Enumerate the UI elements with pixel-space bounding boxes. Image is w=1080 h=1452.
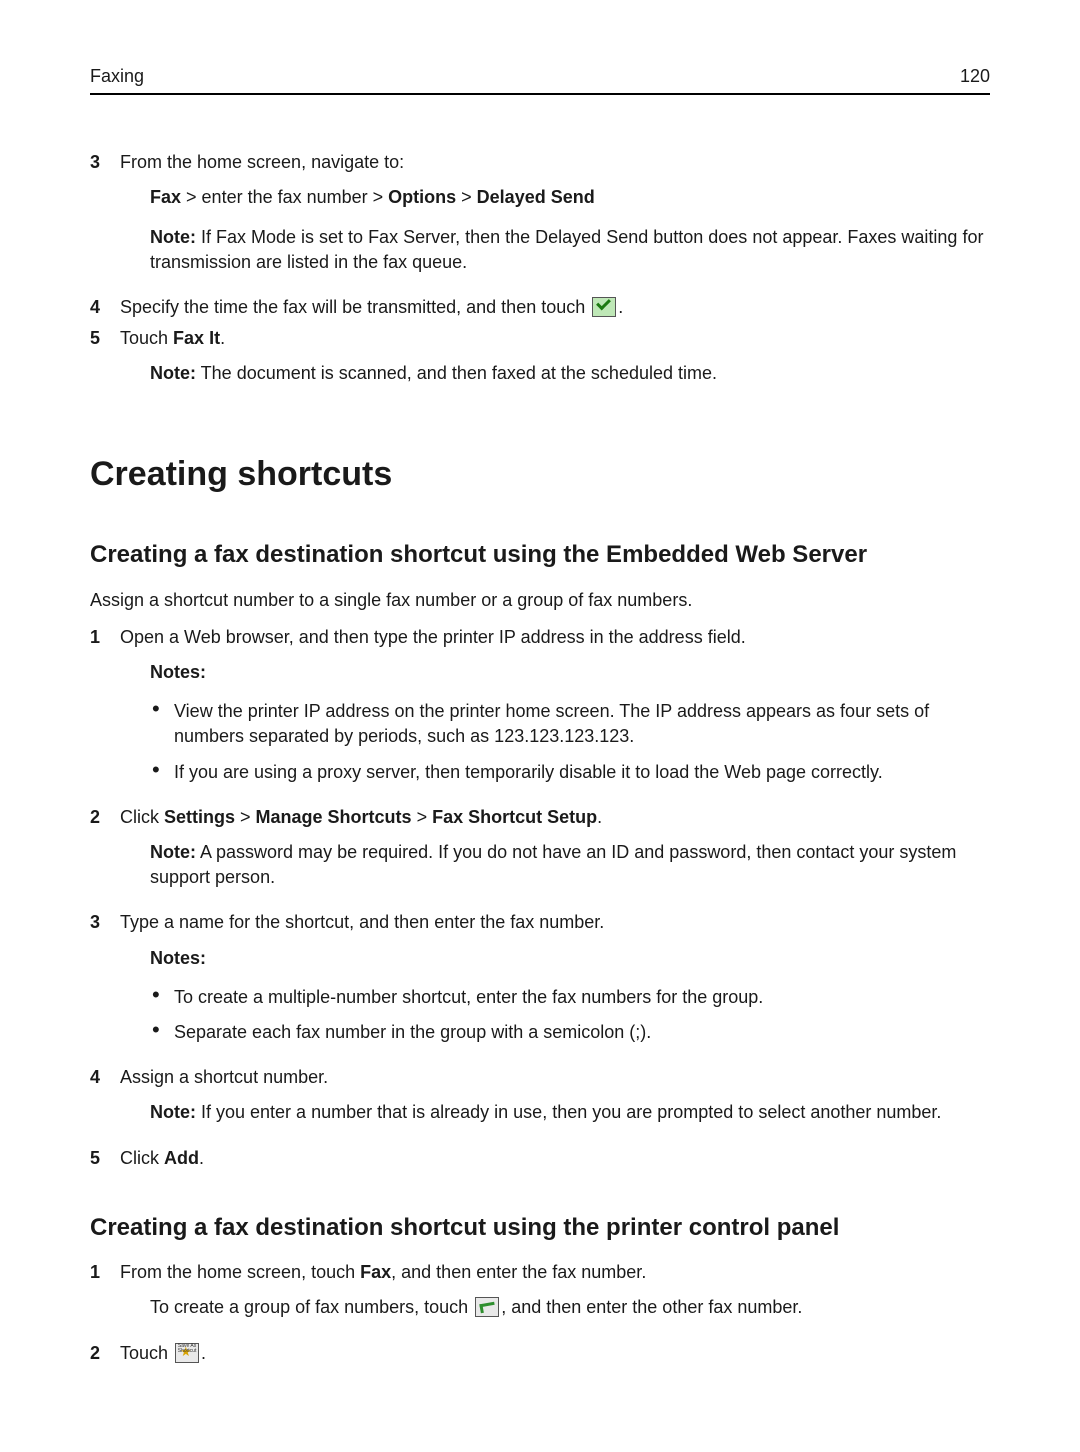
page-header: Faxing 120 [90, 64, 990, 95]
step-body: Specify the time the fax will be transmi… [120, 295, 990, 320]
cp-step-2: 2 Touch Save As Shortcut. [90, 1341, 990, 1366]
step-3: 3 From the home screen, navigate to: Fax… [90, 150, 990, 289]
step-text: Touch [120, 328, 173, 348]
step-number: 3 [90, 150, 112, 175]
breadcrumb-line: Fax > enter the fax number > Options > D… [150, 185, 990, 210]
ews-step-5: 5 Click Add. [90, 1146, 990, 1171]
list-item: View the printer IP address on the print… [150, 699, 990, 749]
step-text: Specify the time the fax will be transmi… [120, 297, 590, 317]
note-label: Note: [150, 227, 196, 247]
ews-step-2: 2 Click Settings > Manage Shortcuts > Fa… [90, 805, 990, 905]
step-text: Click [120, 1148, 164, 1168]
breadcrumb-text: > enter the fax number > [181, 187, 388, 207]
checkmark-icon [592, 297, 616, 317]
step-text-after: . [597, 807, 602, 827]
step-number: 3 [90, 910, 112, 935]
step-body: Click Add. [120, 1146, 990, 1171]
ews-step-4: 4 Assign a shortcut number. Note: If you… [90, 1065, 990, 1139]
step-number: 5 [90, 1146, 112, 1171]
step-body: Open a Web browser, and then type the pr… [120, 625, 990, 799]
indent-text: To create a group of fax numbers, touch [150, 1297, 473, 1317]
ews-step-3: 3 Type a name for the shortcut, and then… [90, 910, 990, 1059]
step-number: 1 [90, 1260, 112, 1285]
save-as-shortcut-icon: Save As Shortcut [175, 1343, 199, 1363]
cp-step-1: 1 From the home screen, touch Fax, and t… [90, 1260, 990, 1334]
list-item: Separate each fax number in the group wi… [150, 1020, 990, 1045]
note-text: A password may be required. If you do no… [150, 842, 956, 887]
list-item: To create a multiple‑number shortcut, en… [150, 985, 990, 1010]
settings-bold: Settings [164, 807, 235, 827]
notes-label: Notes: [150, 660, 990, 685]
breadcrumb-fax: Fax [150, 187, 181, 207]
step-body: Touch Fax It. Note: The document is scan… [120, 326, 990, 400]
step-5: 5 Touch Fax It. Note: The document is sc… [90, 326, 990, 400]
header-section-name: Faxing [90, 64, 144, 89]
step-text: From the home screen, navigate to: [120, 152, 404, 172]
step-number: 2 [90, 805, 112, 830]
note-text: If Fax Mode is set to Fax Server, then t… [150, 227, 983, 272]
fax-bold: Fax [360, 1262, 391, 1282]
fax-shortcut-setup-bold: Fax Shortcut Setup [432, 807, 597, 827]
step-number: 4 [90, 1065, 112, 1090]
note-block: Note: If you enter a number that is alre… [150, 1100, 990, 1125]
notes-label: Notes: [150, 946, 990, 971]
section-intro: Assign a shortcut number to a single fax… [90, 588, 990, 613]
step-text: From the home screen, touch [120, 1262, 360, 1282]
note-block: Note: The document is scanned, and then … [150, 361, 990, 386]
step-body: Touch Save As Shortcut. [120, 1341, 990, 1366]
step-body: Assign a shortcut number. Note: If you e… [120, 1065, 990, 1139]
step-text: Assign a shortcut number. [120, 1067, 328, 1087]
indent-text-after: , and then enter the other fax number. [501, 1297, 802, 1317]
bullet-list: View the printer IP address on the print… [120, 699, 990, 785]
indent-line: To create a group of fax numbers, touch … [150, 1295, 990, 1320]
note-text: The document is scanned, and then faxed … [196, 363, 717, 383]
fax-it-bold: Fax It [173, 328, 220, 348]
heading-creating-shortcuts: Creating shortcuts [90, 451, 990, 499]
manage-shortcuts-bold: Manage Shortcuts [256, 807, 412, 827]
breadcrumb-sep: > [456, 187, 477, 207]
step-text-after: . [201, 1343, 206, 1363]
step-body: Type a name for the shortcut, and then e… [120, 910, 990, 1059]
step-4: 4 Specify the time the fax will be trans… [90, 295, 990, 320]
step-body: Click Settings > Manage Shortcuts > Fax … [120, 805, 990, 905]
sep: > [412, 807, 433, 827]
step-text: Click [120, 807, 164, 827]
add-bold: Add [164, 1148, 199, 1168]
step-text: Type a name for the shortcut, and then e… [120, 912, 604, 932]
next-number-icon [475, 1297, 499, 1317]
note-label: Note: [150, 1102, 196, 1122]
breadcrumb-delayed-send: Delayed Send [477, 187, 595, 207]
step-text: Touch [120, 1343, 173, 1363]
bullet-list: To create a multiple‑number shortcut, en… [120, 985, 990, 1045]
step-number: 1 [90, 625, 112, 650]
step-body: From the home screen, navigate to: Fax >… [120, 150, 990, 289]
step-number: 5 [90, 326, 112, 351]
step-body: From the home screen, touch Fax, and the… [120, 1260, 990, 1334]
step-text-after: . [618, 297, 623, 317]
note-label: Note: [150, 363, 196, 383]
ews-step-1: 1 Open a Web browser, and then type the … [90, 625, 990, 799]
heading-control-panel-shortcut: Creating a fax destination shortcut usin… [90, 1211, 990, 1245]
list-item: If you are using a proxy server, then te… [150, 760, 990, 785]
step-text-after: . [220, 328, 225, 348]
heading-ews-shortcut: Creating a fax destination shortcut usin… [90, 538, 990, 572]
step-text-after: . [199, 1148, 204, 1168]
note-block: Note: If Fax Mode is set to Fax Server, … [150, 225, 990, 275]
note-block: Note: A password may be required. If you… [150, 840, 990, 890]
note-text: If you enter a number that is already in… [196, 1102, 941, 1122]
step-number: 4 [90, 295, 112, 320]
note-label: Note: [150, 842, 196, 862]
step-text: Open a Web browser, and then type the pr… [120, 627, 746, 647]
step-number: 2 [90, 1341, 112, 1366]
sep: > [235, 807, 256, 827]
breadcrumb-options: Options [388, 187, 456, 207]
step-text-after: , and then enter the fax number. [391, 1262, 646, 1282]
header-page-number: 120 [960, 64, 990, 89]
page: Faxing 120 3 From the home screen, navig… [0, 0, 1080, 1452]
